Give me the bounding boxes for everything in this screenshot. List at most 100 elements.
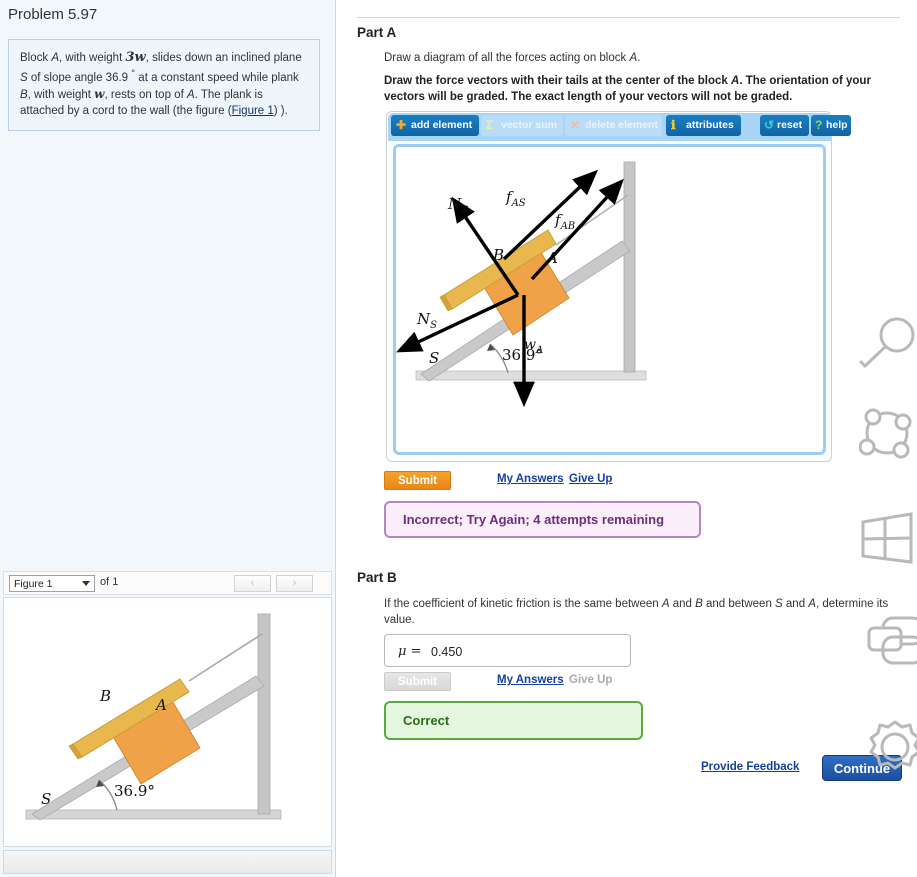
provide-feedback-link[interactable]: Provide Feedback xyxy=(701,761,799,773)
help-button[interactable]: ? help xyxy=(811,115,851,136)
statement-text-7: , rests on top of xyxy=(104,88,187,101)
figure-select[interactable]: Figure 1 xyxy=(9,575,95,592)
statement-text-2: , with weight xyxy=(59,52,126,64)
delete-element-label: delete element xyxy=(585,119,658,131)
figure-label-S: S xyxy=(41,790,51,808)
part-b-give-up-link: Give Up xyxy=(569,674,613,686)
pa-inst1-pre: Draw a diagram of all the forces acting … xyxy=(384,52,630,64)
vector-label-fAB: fAB xyxy=(554,211,575,232)
pa-inst1-var: A xyxy=(629,52,638,64)
figure-label-A: A xyxy=(154,696,167,714)
gear-icon xyxy=(869,720,917,770)
mu-answer-field[interactable]: μ = 0.450 xyxy=(384,634,631,667)
statement-var-a2: A xyxy=(186,88,195,101)
x-icon: ✕ xyxy=(570,118,581,132)
help-label: help xyxy=(826,119,848,131)
magnifier-icon xyxy=(859,317,915,368)
figure-panel-header: Figure 1 of 1 ‹ › xyxy=(3,571,332,595)
free-body-diagram: NB NS wA fAS fAB B A S 36.9° xyxy=(396,161,647,408)
attributes-button[interactable]: ℹ attributes xyxy=(666,115,741,136)
add-element-label: add element xyxy=(411,119,473,131)
statement-text-3: , slides down an inclined plane xyxy=(145,52,302,64)
mu-symbol-label: μ = xyxy=(398,644,422,659)
pa-inst1-post: . xyxy=(637,52,641,64)
vector-sum-label: vector sum xyxy=(501,119,558,131)
figure-count-label: of 1 xyxy=(100,576,119,588)
statement-text-1: Block xyxy=(20,52,52,64)
page-title: Problem 5.97 xyxy=(8,6,98,23)
statement-weight-w: w xyxy=(94,86,105,101)
part-a-my-answers-link[interactable]: My Answers xyxy=(497,473,564,485)
statement-text-4: of slope angle 36.9 xyxy=(27,71,132,84)
right-panel: Part A Draw a diagram of all the forces … xyxy=(337,0,917,877)
pb-inst-d: and xyxy=(782,598,809,610)
diagram-label-S: S xyxy=(429,349,439,367)
vector-label-NS: NS xyxy=(416,310,437,331)
pb-var-a: A xyxy=(661,598,670,610)
part-a-title: Part A xyxy=(357,25,397,40)
pb-var-s: S xyxy=(775,598,783,610)
part-a-give-up-link[interactable]: Give Up xyxy=(569,473,612,485)
sigma-icon: Σ xyxy=(486,118,494,132)
force-diagram-widget: ✚ add element Σ vector sum ✕ delete elem… xyxy=(386,111,851,462)
add-element-button[interactable]: ✚ add element xyxy=(391,115,479,136)
figure-image-container: B A S 36.9° xyxy=(3,597,332,847)
part-a-feedback-banner: Incorrect; Try Again; 4 attempts remaini… xyxy=(384,501,701,538)
statement-text-9: ) ). xyxy=(273,104,288,117)
diagram-label-B: B xyxy=(492,246,504,264)
pb-var-a2: A xyxy=(808,598,816,610)
part-a-instruction-2: Draw the force vectors with their tails … xyxy=(384,73,900,105)
part-a-instruction-1: Draw a diagram of all the forces acting … xyxy=(384,50,904,66)
figure-label-B: B xyxy=(99,687,111,705)
figure-select-value: Figure 1 xyxy=(14,578,53,590)
problem-statement: Block A, with weight 3w, slides down an … xyxy=(8,39,320,131)
left-panel: Problem 5.97 Block A, with weight 3w, sl… xyxy=(0,0,336,877)
pb-inst-a: If the coefficient of kinetic friction i… xyxy=(384,598,662,610)
figure-panel: Figure 1 of 1 ‹ › B A S 36.9° xyxy=(0,569,335,877)
statement-var-s: S xyxy=(20,71,28,84)
delete-element-button[interactable]: ✕ delete element xyxy=(565,115,662,136)
pb-inst-c: and between xyxy=(702,598,776,610)
statement-weight-3w: 3w xyxy=(125,50,146,65)
divider-top xyxy=(357,17,900,18)
vector-label-NB: NB xyxy=(447,195,468,216)
mu-value: 0.450 xyxy=(431,645,463,659)
pb-inst-b: and xyxy=(669,598,696,610)
statement-text-5: at a constant speed while plank xyxy=(135,71,299,84)
pa-inst2-a: Draw the force vectors with their tails … xyxy=(384,75,731,87)
window-grid-icon xyxy=(861,512,913,564)
attributes-label: attributes xyxy=(686,119,734,131)
part-b-feedback-banner: Correct xyxy=(384,701,643,740)
layers-icon xyxy=(867,616,917,665)
part-b-submit-button[interactable]: Submit xyxy=(384,672,451,691)
molecule-icon xyxy=(859,408,912,459)
reset-label: reset xyxy=(777,119,803,131)
diagram-angle-label: 36.9° xyxy=(502,346,543,364)
figure-angle-label: 36.9° xyxy=(114,782,155,800)
diagram-toolbar: ✚ add element Σ vector sum ✕ delete elem… xyxy=(388,113,851,141)
reset-button[interactable]: ↺ reset xyxy=(760,115,809,136)
figure-1-illustration: B A S 36.9° xyxy=(25,613,282,821)
figure-next-button[interactable]: › xyxy=(276,575,313,592)
figure-1-link[interactable]: Figure 1 xyxy=(232,105,274,117)
statement-text-6: , with weight xyxy=(27,88,95,101)
part-b-my-answers-link[interactable]: My Answers xyxy=(497,674,564,686)
statement-var-b: B xyxy=(20,88,28,101)
statement-var-a: A xyxy=(51,52,59,64)
part-a-submit-button[interactable]: Submit xyxy=(384,471,451,490)
figure-prev-button[interactable]: ‹ xyxy=(234,575,271,592)
chevron-down-icon xyxy=(82,581,90,586)
diagram-canvas[interactable]: NB NS wA fAS fAB B A S 36.9° xyxy=(393,144,826,455)
diagram-label-A: A xyxy=(545,249,558,267)
info-icon: ℹ xyxy=(671,118,676,132)
part-b-instruction: If the coefficient of kinetic friction i… xyxy=(384,596,902,628)
question-icon: ? xyxy=(815,118,823,132)
vector-label-fAS: fAS xyxy=(505,188,526,209)
figure-panel-footer xyxy=(3,850,332,874)
refresh-icon: ↺ xyxy=(764,118,775,132)
vector-sum-button[interactable]: Σ vector sum xyxy=(481,115,563,136)
plus-icon: ✚ xyxy=(396,118,407,132)
pb-var-b: B xyxy=(695,598,703,610)
part-b-title: Part B xyxy=(357,570,397,585)
page-root: Problem 5.97 Block A, with weight 3w, sl… xyxy=(0,0,917,877)
